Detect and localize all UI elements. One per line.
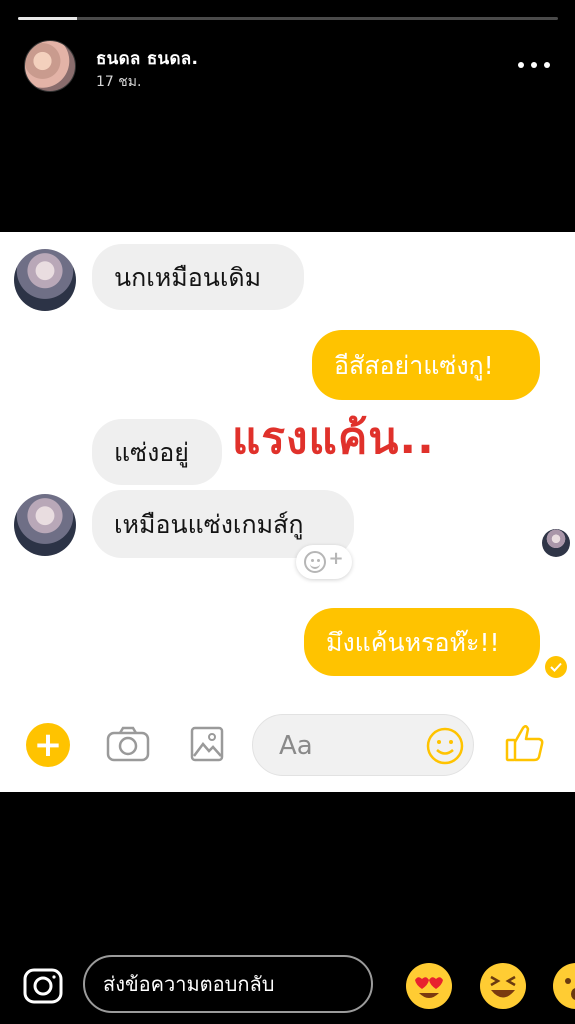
plus-icon[interactable]: + — [26, 723, 70, 767]
message-bubble-incoming: แซ่งอยู่ — [92, 419, 222, 485]
delivered-check-icon — [545, 656, 567, 678]
camera-icon[interactable] — [22, 964, 64, 1006]
add-reaction-button[interactable]: + — [296, 545, 352, 579]
camera-icon[interactable] — [106, 726, 150, 762]
story-posted-time: 17 ชม. — [96, 74, 142, 90]
contact-avatar — [14, 249, 76, 311]
message-bubble-incoming: นกเหมือนเดิม — [92, 244, 304, 310]
read-receipt-avatar — [542, 529, 570, 557]
message-bubble-outgoing: อีสัสอย่าแซ่งกู! — [312, 330, 540, 400]
more-horizontal-icon[interactable] — [518, 58, 550, 72]
message-text: นกเหมือนเดิม — [114, 262, 262, 292]
story-header: ธนดล ธนดล. 17 ชม. — [24, 40, 554, 94]
thumbs-up-icon[interactable] — [504, 722, 546, 764]
message-text: อีสัสอย่าแซ่งกู! — [334, 350, 494, 380]
story-progress-fill — [18, 17, 78, 20]
chat-screenshot: นกเหมือนเดิม อีสัสอย่าแซ่งกู! แซ่งอยู่ แ… — [0, 232, 575, 792]
message-input[interactable]: Aa — [252, 714, 474, 776]
message-text: แซ่งอยู่ — [114, 437, 189, 467]
emoji-icon[interactable] — [425, 726, 465, 766]
overlay-caption: แรงแค้น.. — [232, 413, 435, 464]
message-bubble-outgoing: มึงแค้นหรอห๊ะ!! — [304, 608, 540, 676]
reply-input-placeholder: ส่งข้อความตอบกลับ — [103, 972, 275, 996]
story-author-avatar[interactable] — [24, 40, 76, 92]
reply-input[interactable]: ส่งข้อความตอบกลับ — [83, 955, 373, 1013]
plus-icon: + — [328, 547, 344, 569]
message-text: เหมือนแซ่งเกมส์กู — [114, 509, 304, 539]
laughing-emoji-icon[interactable] — [480, 963, 526, 1009]
story-progress-bar — [18, 17, 558, 20]
message-input-placeholder: Aa — [279, 731, 313, 761]
surprised-emoji-icon[interactable] — [553, 963, 575, 1009]
gallery-icon[interactable] — [190, 726, 224, 762]
contact-avatar — [14, 494, 76, 556]
message-text: มึงแค้นหรอห๊ะ!! — [326, 627, 500, 657]
heart-eyes-emoji-icon[interactable] — [406, 963, 452, 1009]
smiley-icon — [304, 551, 327, 573]
story-author-name[interactable]: ธนดล ธนดล. — [96, 45, 198, 72]
